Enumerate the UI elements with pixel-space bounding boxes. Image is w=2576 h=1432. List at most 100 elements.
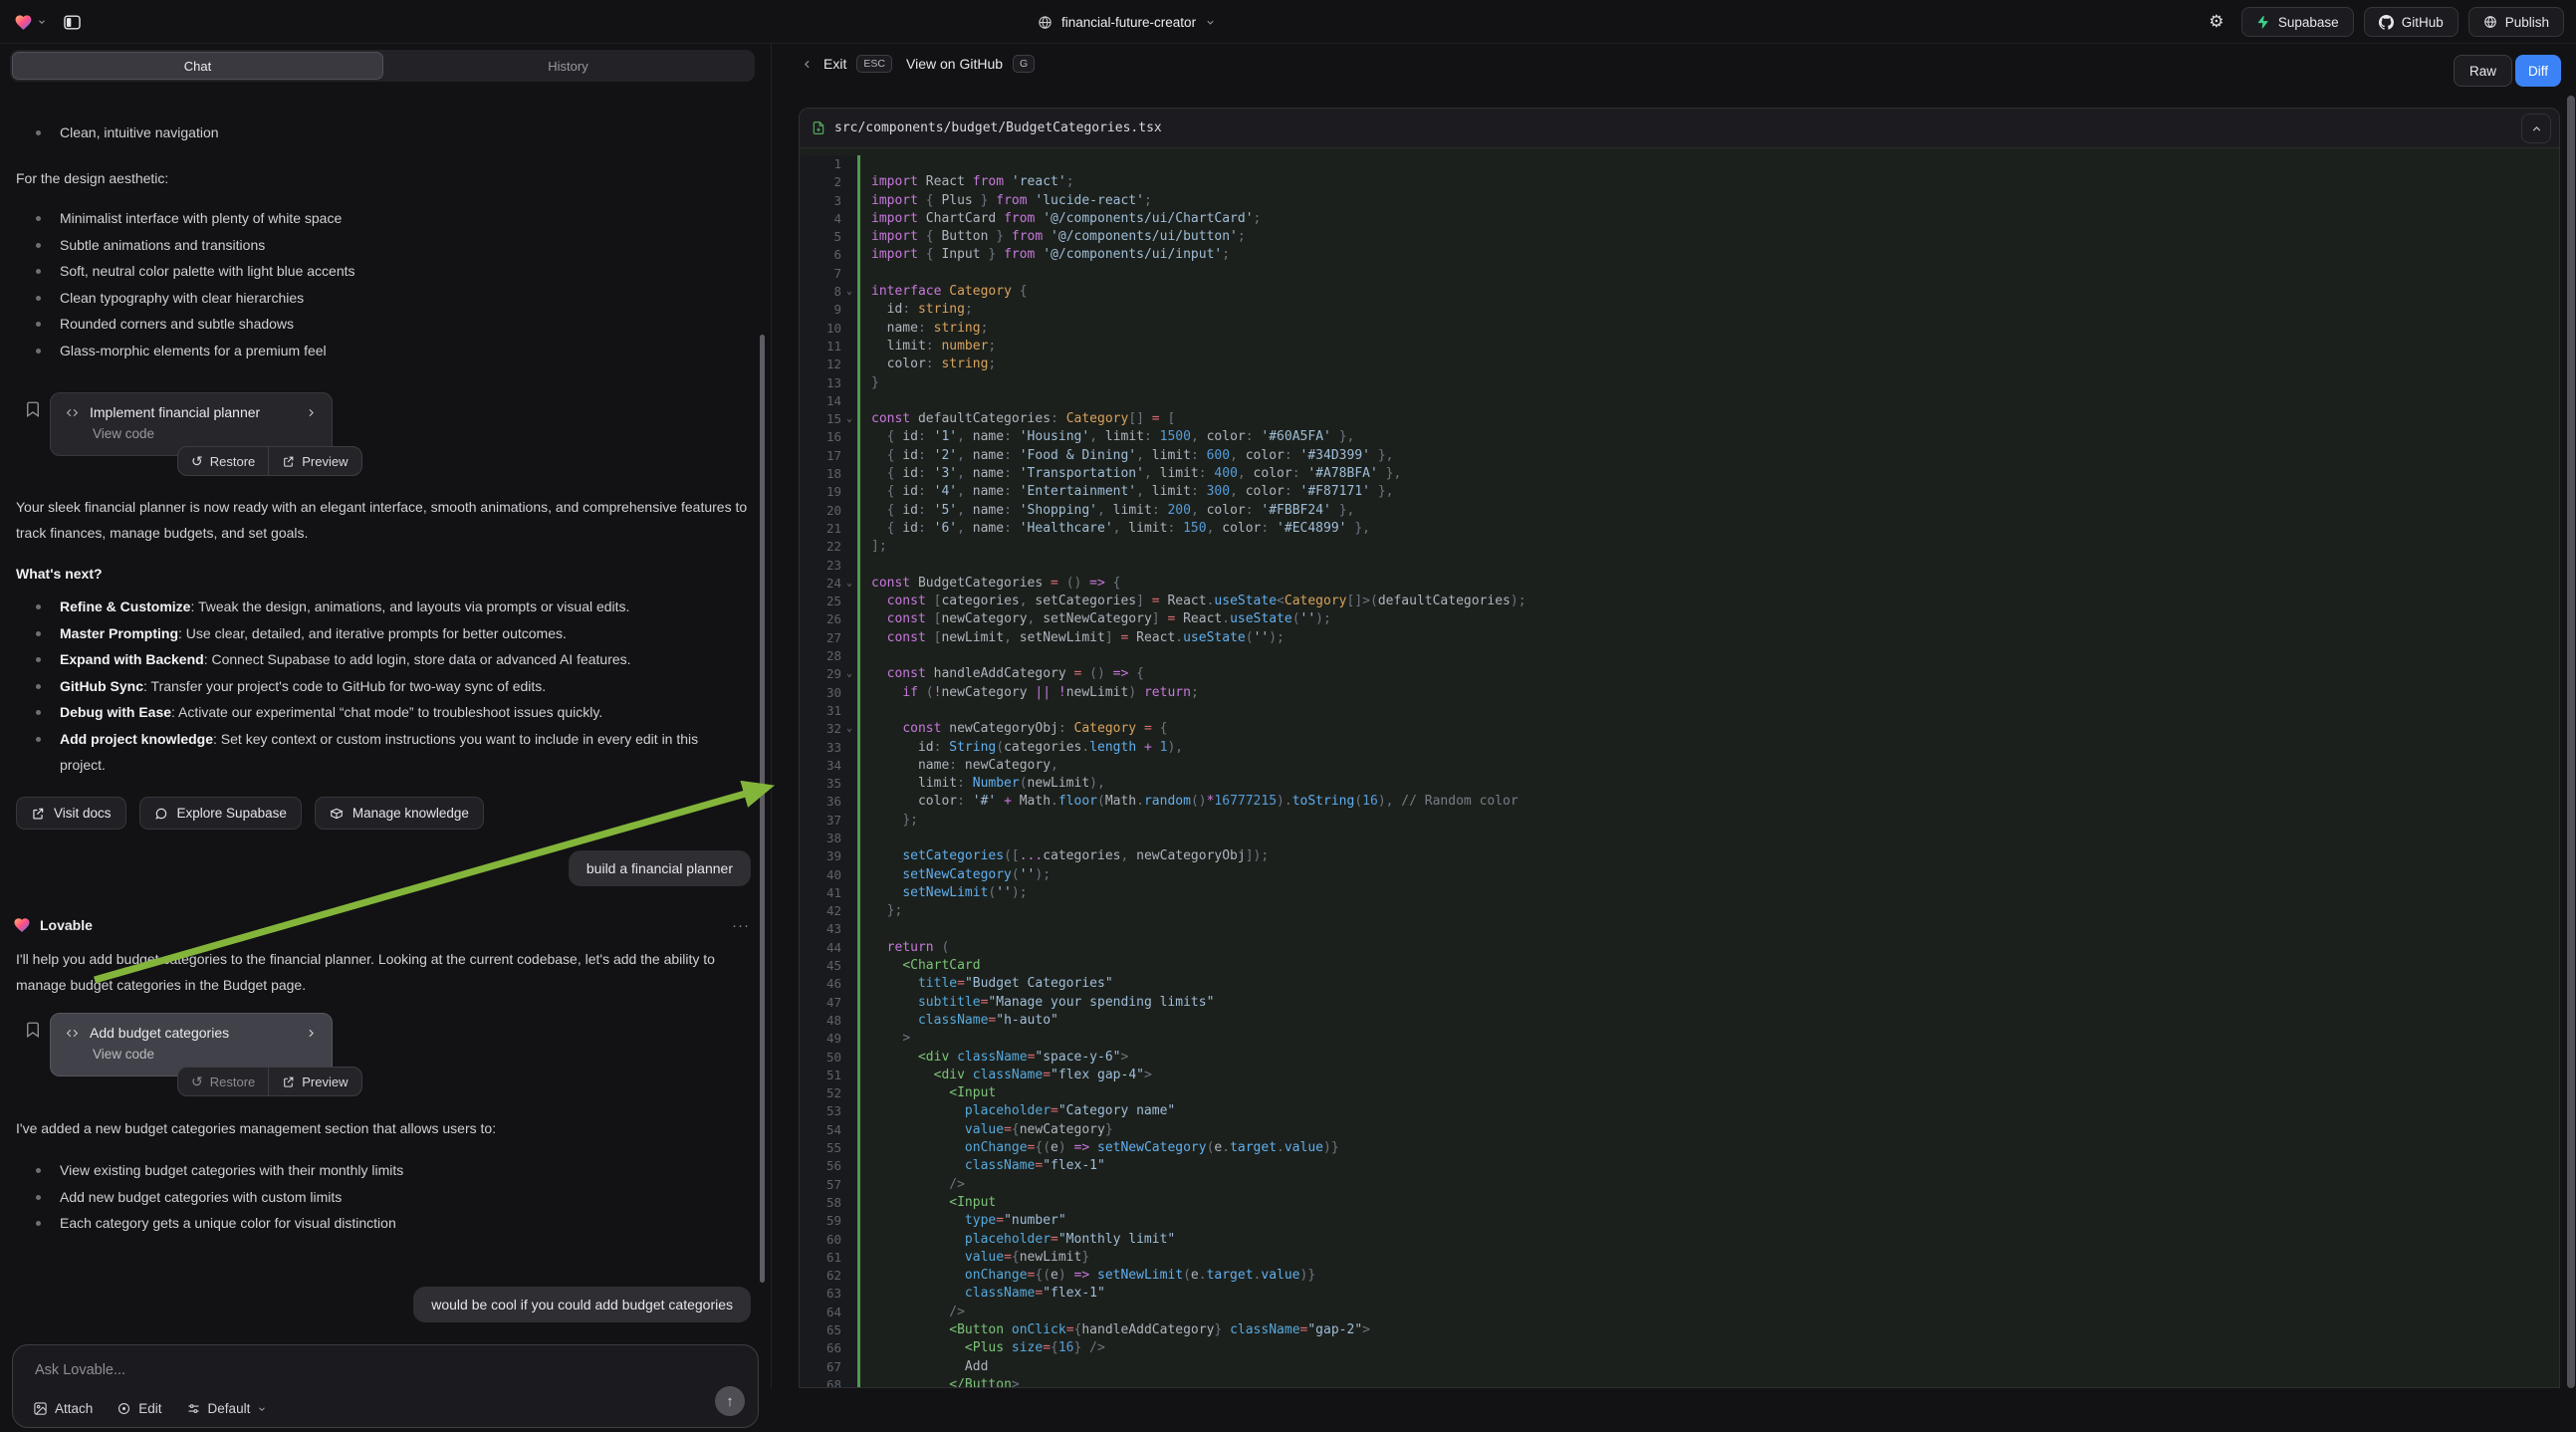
- chat-scrollbar[interactable]: [760, 335, 765, 1283]
- line-number: 3: [800, 192, 841, 210]
- lovable-logo-heart-icon[interactable]: [14, 13, 47, 32]
- line-number: 37: [800, 812, 841, 830]
- fold-gutter: [841, 374, 857, 392]
- code-line: 12 color: string;: [800, 356, 2559, 373]
- code-line: 48 className="h-auto": [800, 1012, 2559, 1030]
- page-scrollbar[interactable]: [2567, 96, 2575, 1388]
- supabase-button[interactable]: Supabase: [2241, 7, 2354, 37]
- fold-toggle-icon[interactable]: ⌄: [841, 410, 857, 428]
- project-selector[interactable]: financial-future-creator: [1038, 0, 1216, 44]
- raw-toggle-button[interactable]: Raw: [2454, 55, 2512, 87]
- code-line: 58 <Input: [800, 1194, 2559, 1212]
- code-line: 39 setCategories([...categories, newCate…: [800, 847, 2559, 865]
- view-code-link[interactable]: View code: [93, 426, 318, 441]
- code-line: 60 placeholder="Monthly limit": [800, 1231, 2559, 1249]
- line-number: 12: [800, 356, 841, 373]
- code-line: 63 className="flex-1": [800, 1285, 2559, 1303]
- fold-toggle-icon[interactable]: ⌄: [841, 575, 857, 593]
- code-text: <ChartCard: [860, 957, 981, 975]
- list-item: Refine & Customize: Tweak the design, an…: [16, 594, 743, 620]
- manage-knowledge-label: Manage knowledge: [352, 806, 469, 821]
- fold-gutter: [841, 502, 857, 520]
- line-number: 40: [800, 866, 841, 884]
- chat-input-box[interactable]: Ask Lovable... Attach Edit Default ↑: [12, 1344, 759, 1428]
- view-on-github-button[interactable]: View on GitHub G: [906, 55, 1035, 73]
- fold-gutter: [841, 1339, 857, 1357]
- edit-button[interactable]: Edit: [117, 1401, 161, 1416]
- restore-button[interactable]: ↺ Restore: [178, 1068, 268, 1095]
- line-number: 7: [800, 265, 841, 283]
- view-on-github-label: View on GitHub: [906, 56, 1003, 72]
- code-text: setNewCategory('');: [860, 866, 1051, 884]
- user-message-bubble: build a financial planner: [569, 850, 751, 886]
- explore-supabase-button[interactable]: Explore Supabase: [139, 797, 302, 830]
- code-line: 2import React from 'react';: [800, 173, 2559, 191]
- settings-gear-icon[interactable]: ⚙: [2202, 7, 2231, 37]
- line-number: 17: [800, 447, 841, 465]
- bookmark-icon[interactable]: [24, 400, 42, 418]
- fold-toggle-icon[interactable]: ⌄: [841, 720, 857, 738]
- collapse-button[interactable]: [2521, 114, 2551, 143]
- view-code-link[interactable]: View code: [93, 1047, 318, 1062]
- line-number: 51: [800, 1067, 841, 1084]
- code-text: const BudgetCategories = () => {: [860, 575, 1120, 593]
- tab-history[interactable]: History: [383, 52, 753, 80]
- code-line: 37 };: [800, 812, 2559, 830]
- code-text: const newCategoryObj: Category = {: [860, 720, 1167, 738]
- diff-toggle-button[interactable]: Diff: [2515, 55, 2561, 87]
- exit-label: Exit: [823, 56, 846, 72]
- attach-button[interactable]: Attach: [33, 1401, 93, 1416]
- fold-toggle-icon[interactable]: ⌄: [841, 665, 857, 683]
- code-text: id: String(categories.length + 1),: [860, 739, 1183, 757]
- fold-gutter: [841, 1176, 857, 1194]
- restore-label: Restore: [210, 454, 256, 469]
- github-button[interactable]: GitHub: [2364, 7, 2459, 37]
- code-line: 8⌄interface Category {: [800, 283, 2559, 301]
- fold-gutter: [841, 1194, 857, 1212]
- line-number: 30: [800, 684, 841, 702]
- code-line: 66 <Plus size={16} />: [800, 1339, 2559, 1357]
- line-number: 11: [800, 338, 841, 356]
- code-line: 45 <ChartCard: [800, 957, 2559, 975]
- line-number: 57: [800, 1176, 841, 1194]
- fold-gutter: [841, 1139, 857, 1157]
- code-text: Add: [860, 1358, 988, 1376]
- mode-selector[interactable]: Default: [186, 1401, 268, 1416]
- code-text: }: [860, 374, 879, 392]
- code-line: 21 { id: '6', name: 'Healthcare', limit:…: [800, 520, 2559, 538]
- top-bar: financial-future-creator ⚙ Supabase GitH…: [0, 0, 2576, 44]
- list-item: GitHub Sync: Transfer your project's cod…: [16, 673, 743, 700]
- manage-knowledge-button[interactable]: Manage knowledge: [315, 797, 484, 830]
- image-icon: [33, 1401, 48, 1416]
- send-button[interactable]: ↑: [715, 1386, 745, 1416]
- code-line: 29⌄ const handleAddCategory = () => {: [800, 665, 2559, 683]
- line-number: 38: [800, 830, 841, 847]
- bookmark-icon[interactable]: [24, 1021, 42, 1039]
- preview-button[interactable]: Preview: [268, 1068, 360, 1095]
- fold-gutter: [841, 1249, 857, 1267]
- file-header[interactable]: src/components/budget/BudgetCategories.t…: [800, 109, 2559, 148]
- preview-button[interactable]: Preview: [268, 447, 360, 475]
- tab-chat[interactable]: Chat: [12, 52, 383, 80]
- code-toolbar: Exit ESC View on GitHub G Raw Diff: [773, 44, 2576, 96]
- code-line: 15⌄const defaultCategories: Category[] =…: [800, 410, 2559, 428]
- visit-docs-button[interactable]: Visit docs: [16, 797, 126, 830]
- github-icon: [2379, 15, 2394, 30]
- fold-toggle-icon[interactable]: ⌄: [841, 283, 857, 301]
- list-item: Add new budget categories with custom li…: [16, 1184, 743, 1211]
- list-item: Debug with Ease: Activate our experiment…: [16, 699, 743, 726]
- message-menu-ellipsis-icon[interactable]: ···: [732, 917, 750, 934]
- exit-button[interactable]: Exit ESC: [801, 55, 892, 73]
- fold-gutter: [841, 392, 857, 410]
- fold-gutter: [841, 775, 857, 793]
- code-line: 41 setNewLimit('');: [800, 884, 2559, 902]
- line-number: 27: [800, 629, 841, 647]
- restore-preview-pill: ↺ Restore Preview: [177, 446, 362, 476]
- publish-button[interactable]: Publish: [2468, 7, 2564, 37]
- fold-gutter: [841, 1212, 857, 1230]
- fold-gutter: [841, 1157, 857, 1175]
- code-text: return (: [860, 939, 949, 957]
- restore-button[interactable]: ↺ Restore: [178, 447, 268, 475]
- sliders-icon: [186, 1401, 201, 1416]
- sidebar-toggle-icon[interactable]: [57, 7, 87, 37]
